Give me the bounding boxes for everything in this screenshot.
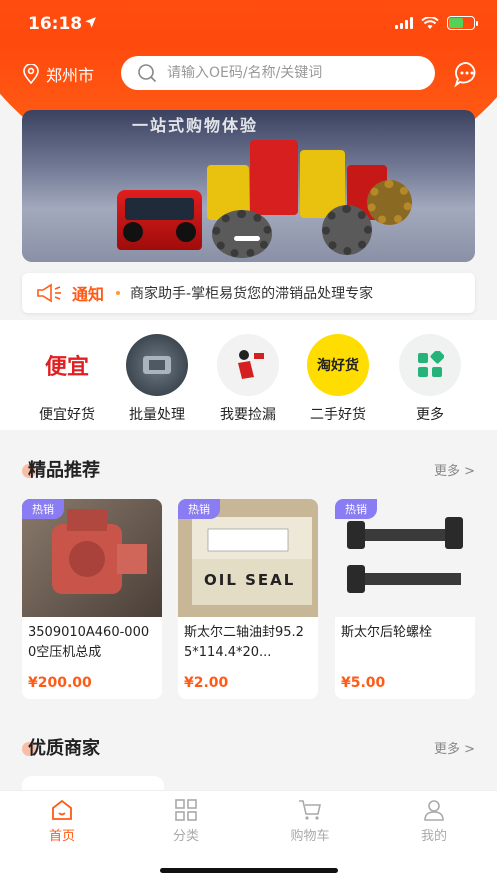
gear-part-image: [212, 210, 272, 258]
tab-label: 首页: [48, 829, 75, 844]
notice-separator: [116, 291, 121, 295]
oil-can-image: [250, 140, 298, 215]
search-icon: [138, 64, 157, 83]
product-card[interactable]: 热销 斯太尔后轮螺栓 ¥5.00: [335, 499, 475, 699]
notice-bar[interactable]: 通知 商家助手-掌柜易货您的滞销品处理专家: [22, 273, 475, 313]
featured-more-link[interactable]: 更多 >: [434, 460, 475, 479]
product-price: ¥200.00: [28, 675, 92, 691]
shortcut-cheap-goods[interactable]: 便宜 便宜好货: [22, 334, 112, 424]
shortcut-label: 我要捡漏: [220, 407, 276, 423]
bargain-icon: [217, 334, 279, 396]
bulk-process-icon: [126, 334, 188, 396]
location-arrow-icon: [85, 17, 96, 28]
banner-title: 一站式购物体验: [132, 116, 259, 135]
tab-label: 我的: [420, 829, 447, 844]
signal-icon: [395, 17, 413, 29]
product-image: 热销: [22, 499, 162, 617]
gear-part-image: [367, 180, 412, 225]
merchants-more-link[interactable]: 更多 >: [434, 738, 475, 757]
hot-badge: 热销: [335, 499, 377, 519]
gear-part-image: [322, 205, 372, 255]
location-pin-icon: [23, 64, 39, 84]
merchants-section-title: 优质商家: [28, 738, 100, 759]
product-name: 斯太尔二轴油封95.25*114.4*20...: [184, 625, 304, 660]
shortcut-more[interactable]: 更多: [385, 334, 475, 424]
status-indicators: [395, 16, 478, 30]
search-input[interactable]: [167, 65, 407, 81]
product-price: ¥2.00: [184, 675, 229, 691]
featured-section-title: 精品推荐: [28, 460, 100, 481]
product-card[interactable]: OIL SEAL 热销 斯太尔二轴油封95.25*114.4*20... ¥2.…: [178, 499, 318, 699]
hot-badge: 热销: [22, 499, 64, 519]
megaphone-icon: [37, 283, 61, 303]
notice-label: 通知: [72, 285, 105, 304]
shortcut-bulk-process[interactable]: 批量处理: [112, 334, 202, 424]
tab-label: 分类: [172, 829, 199, 844]
truck-image: [117, 190, 202, 250]
message-icon[interactable]: [453, 60, 481, 88]
city-name: 郑州市: [46, 66, 95, 85]
shortcut-secondhand[interactable]: 淘好货 二手好货: [293, 334, 383, 424]
category-grid-icon: [175, 799, 197, 821]
tab-label: 购物车: [290, 829, 330, 844]
hot-badge: 热销: [178, 499, 220, 519]
shortcut-grid: 便宜 便宜好货 批量处理 我要捡漏 淘好货 二手好货 更多: [0, 320, 497, 430]
shortcut-label: 二手好货: [310, 407, 366, 423]
featured-section-header: 精品推荐 更多 >: [22, 454, 475, 484]
wifi-icon: [421, 16, 439, 29]
product-price: ¥5.00: [341, 675, 386, 691]
shortcut-label: 便宜好货: [39, 407, 95, 423]
banner-indicator[interactable]: [234, 236, 260, 241]
product-image-text: OIL SEAL: [204, 571, 296, 589]
notice-text: 商家助手-掌柜易货您的滞销品处理专家: [130, 286, 374, 302]
more-apps-icon: [399, 334, 461, 396]
home-icon: [52, 799, 72, 820]
product-card[interactable]: 热销 3509010A460-0000空压机总成 ¥200.00: [22, 499, 162, 699]
product-image: 热销: [335, 499, 475, 617]
cheap-goods-icon: 便宜: [36, 334, 98, 396]
product-image: OIL SEAL 热销: [178, 499, 318, 617]
product-name: 3509010A460-0000空压机总成: [28, 625, 150, 660]
battery-icon: [447, 16, 478, 30]
status-time: 16:18: [28, 14, 83, 34]
tab-home[interactable]: 首页: [22, 799, 102, 844]
user-icon: [424, 800, 444, 821]
top-bar: 郑州市: [0, 54, 497, 94]
tab-category[interactable]: 分类: [146, 799, 226, 844]
shortcut-bargain[interactable]: 我要捡漏: [203, 334, 293, 424]
shortcut-label: 更多: [416, 407, 444, 423]
city-selector[interactable]: 郑州市: [22, 62, 94, 86]
secondhand-icon: 淘好货: [307, 334, 369, 396]
home-indicator: [160, 868, 338, 873]
product-name: 斯太尔后轮螺栓: [341, 625, 433, 640]
merchants-section-header: 优质商家 更多 >: [22, 732, 475, 762]
cart-icon: [299, 800, 321, 820]
tab-profile[interactable]: 我的: [394, 799, 474, 844]
shortcut-label: 批量处理: [129, 407, 185, 423]
search-box[interactable]: [121, 56, 435, 90]
tab-cart[interactable]: 购物车: [270, 799, 350, 844]
status-bar: 16:18: [0, 0, 497, 50]
